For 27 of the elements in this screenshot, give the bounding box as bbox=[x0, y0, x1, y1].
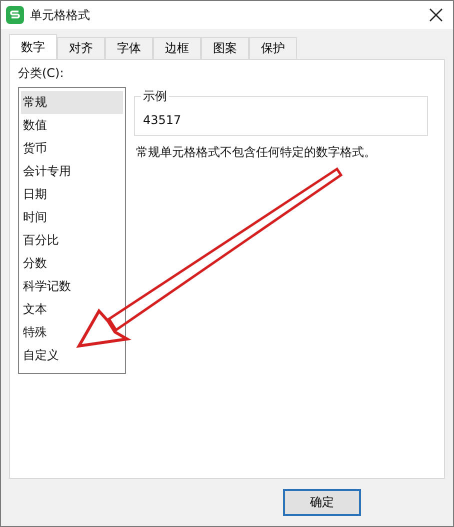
category-item[interactable]: 货币 bbox=[21, 137, 123, 160]
category-item[interactable]: 自定义 bbox=[21, 344, 123, 367]
ok-button[interactable]: 确定 bbox=[283, 489, 361, 516]
category-item[interactable]: 文本 bbox=[21, 298, 123, 321]
tab[interactable]: 字体 bbox=[105, 37, 153, 59]
tab[interactable]: 对齐 bbox=[57, 37, 105, 59]
format-description: 常规单元格格式不包含任何特定的数字格式。 bbox=[135, 144, 377, 161]
sample-label: 示例 bbox=[141, 88, 169, 105]
close-icon[interactable] bbox=[429, 8, 443, 22]
tab[interactable]: 保护 bbox=[249, 37, 297, 59]
window-title: 单元格格式 bbox=[30, 6, 90, 24]
category-item[interactable]: 分数 bbox=[21, 252, 123, 275]
category-item[interactable]: 时间 bbox=[21, 206, 123, 229]
category-item[interactable]: 常规 bbox=[21, 91, 123, 114]
category-item[interactable]: 特殊 bbox=[21, 321, 123, 344]
category-item[interactable]: 科学记数 bbox=[21, 275, 123, 298]
tab[interactable]: 数字 bbox=[9, 34, 57, 59]
tab[interactable]: 图案 bbox=[201, 37, 249, 59]
spreadsheet-logo-icon bbox=[6, 6, 24, 24]
category-item[interactable]: 会计专用 bbox=[21, 160, 123, 183]
category-label: 分类(C): bbox=[18, 65, 65, 81]
category-item[interactable]: 数值 bbox=[21, 114, 123, 137]
category-item[interactable]: 百分比 bbox=[21, 229, 123, 252]
tab[interactable]: 边框 bbox=[153, 37, 201, 59]
category-list[interactable]: 常规 数值 货币 会计专用 日期 时间 百分比 分数 科学记数 文本 特殊 自定义 bbox=[18, 87, 126, 374]
category-item[interactable]: 日期 bbox=[21, 183, 123, 206]
sample-value: 43517 bbox=[143, 113, 182, 127]
